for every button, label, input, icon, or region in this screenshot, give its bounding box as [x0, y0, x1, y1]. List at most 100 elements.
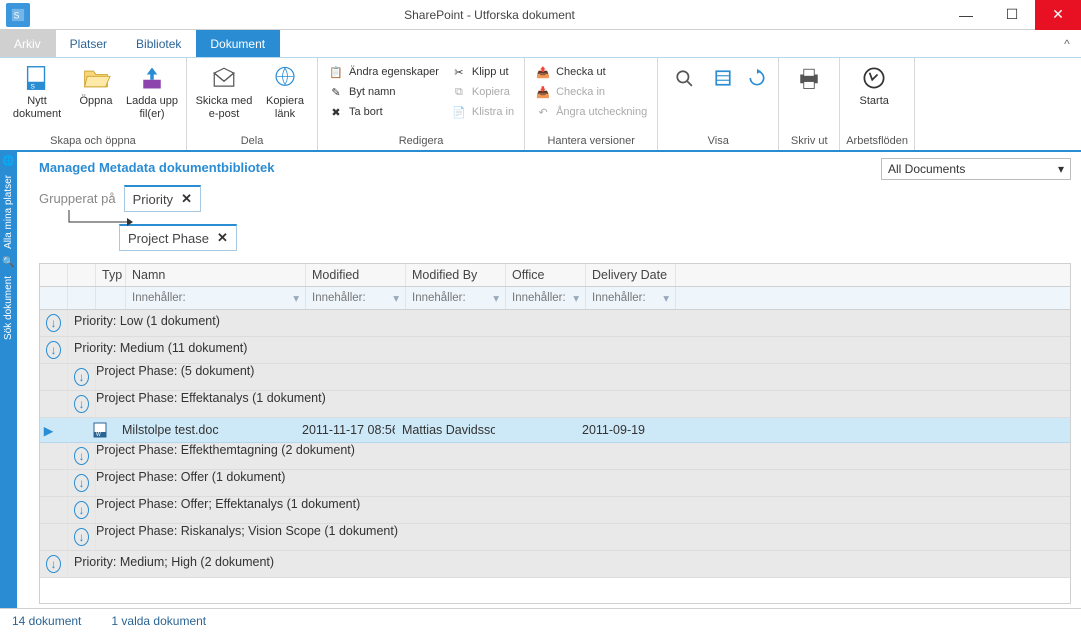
chip-phase-label: Project Phase — [128, 231, 209, 246]
group-label-arbetsfloden: Arbetsflöden — [846, 133, 908, 150]
visa-preview-button[interactable] — [664, 61, 704, 95]
group-label-dela: Dela — [193, 133, 311, 150]
globe-icon: 🌐 — [2, 156, 14, 167]
filter-icon[interactable]: ▾ — [293, 291, 299, 305]
col-expand — [40, 264, 68, 286]
filter-icon[interactable]: ▾ — [573, 291, 579, 305]
dropdown-icon: ▾ — [1058, 162, 1064, 176]
chip-priority-remove-icon[interactable]: ✕ — [181, 191, 192, 207]
grid-body: ↓ Priority: Low (1 dokument) ↓ Priority:… — [40, 310, 1070, 603]
group-row-phase-riskanalys[interactable]: ↓ Project Phase: Riskanalys; Vision Scop… — [40, 524, 1070, 551]
filter-icon[interactable]: ▾ — [493, 291, 499, 305]
filter-namn[interactable]: Innehåller:▾ — [126, 287, 306, 309]
skicka-epost-button[interactable]: Skicka med e-post — [193, 61, 255, 123]
grupperat-pa-label: Grupperat på — [39, 191, 116, 206]
grid-filter-row: Innehåller:▾ Innehåller:▾ Innehåller:▾ I… — [40, 287, 1070, 310]
document-row-selected[interactable]: ▶ W Milstolpe test.doc 2011-11-17 08:56 … — [40, 418, 1070, 443]
filter-office[interactable]: Innehåller:▾ — [506, 287, 586, 309]
angra-utcheckning-button[interactable]: ↶Ångra utcheckning — [531, 103, 651, 121]
group-row-phase-offer-effektanalys[interactable]: ↓ Project Phase: Offer; Effektanalys (1 … — [40, 497, 1070, 524]
oppna-button[interactable]: Öppna — [72, 61, 120, 110]
filter-delivery[interactable]: Innehåller:▾ — [586, 287, 676, 309]
filter-icon[interactable]: ▾ — [663, 291, 669, 305]
col-office[interactable]: Office — [506, 264, 586, 286]
svg-text:W: W — [96, 432, 101, 438]
close-button[interactable]: ✕ — [1035, 0, 1081, 30]
expand-icon[interactable]: ↓ — [74, 501, 89, 519]
col-typ[interactable]: Typ — [96, 264, 126, 286]
group-chip-priority[interactable]: Priority ✕ — [124, 185, 201, 212]
andra-egenskaper-button[interactable]: 📋Ändra egenskaper — [324, 63, 443, 81]
expand-icon[interactable]: ↓ — [74, 528, 89, 546]
maximize-button[interactable]: ☐ — [989, 0, 1035, 30]
group-chip-row-2: Project Phase ✕ — [119, 224, 1071, 251]
chip-phase-remove-icon[interactable]: ✕ — [217, 230, 228, 246]
filter-modified-by[interactable]: Innehåller:▾ — [406, 287, 506, 309]
copy-icon: ⧉ — [451, 84, 467, 100]
checka-ut-button[interactable]: 📤Checka ut — [531, 63, 651, 81]
checkout-icon: 📤 — [535, 64, 551, 80]
kopiera-lank-label: Kopiera länk — [261, 95, 309, 121]
workflow-icon — [858, 63, 890, 93]
titlebar: S SharePoint - Utforska dokument — ☐ ✕ — [0, 0, 1081, 30]
expand-icon[interactable]: ↓ — [74, 395, 89, 413]
tab-arkiv[interactable]: Arkiv — [0, 30, 56, 57]
sidebar: 🌐 Alla mina platser 🔍 Sök dokument — [0, 152, 17, 608]
printer-icon — [793, 63, 825, 93]
visa-details-button[interactable] — [708, 61, 738, 95]
paste-icon: 📄 — [451, 104, 467, 120]
expand-icon[interactable]: ↓ — [46, 555, 61, 573]
checka-in-button[interactable]: 📥Checka in — [531, 83, 651, 101]
byt-namn-button[interactable]: ✎Byt namn — [324, 83, 443, 101]
filter-icon[interactable]: ▾ — [393, 291, 399, 305]
group-chip-project-phase[interactable]: Project Phase ✕ — [119, 224, 237, 251]
col-delivery[interactable]: Delivery Date — [586, 264, 676, 286]
starta-button[interactable]: Starta — [846, 61, 902, 110]
col-modified[interactable]: Modified — [306, 264, 406, 286]
ta-bort-button[interactable]: ✖Ta bort — [324, 103, 443, 121]
ribbon: S Nytt dokument Öppna Ladda upp fil(er) … — [0, 58, 1081, 152]
group-row-phase-empty[interactable]: ↓ Project Phase: (5 dokument) — [40, 364, 1070, 391]
content: All Documents ▾ Managed Metadata dokumen… — [17, 152, 1081, 608]
visa-refresh-button[interactable] — [742, 61, 772, 95]
tab-bibliotek[interactable]: Bibliotek — [122, 30, 196, 57]
group-row-priority-low[interactable]: ↓ Priority: Low (1 dokument) — [40, 310, 1070, 337]
expand-icon[interactable]: ↓ — [74, 368, 89, 386]
col-namn[interactable]: Namn — [126, 264, 306, 286]
expand-icon[interactable]: ↓ — [46, 314, 61, 332]
klistra-in-button[interactable]: 📄Klistra in — [447, 103, 518, 121]
ribbon-group-arbetsfloden: Starta Arbetsflöden — [840, 58, 915, 150]
refresh-icon — [741, 63, 773, 93]
view-selector[interactable]: All Documents ▾ — [881, 158, 1071, 180]
group-row-priority-medium[interactable]: ↓ Priority: Medium (11 dokument) — [40, 337, 1070, 364]
group-row-priority-medium-high[interactable]: ↓ Priority: Medium; High (2 dokument) — [40, 551, 1070, 578]
expand-icon[interactable]: ↓ — [46, 341, 61, 359]
col-indent — [68, 264, 96, 286]
tab-platser[interactable]: Platser — [56, 30, 122, 57]
svg-text:S: S — [14, 10, 20, 20]
group-row-phase-effekthemtagning[interactable]: ↓ Project Phase: Effekthemtagning (2 dok… — [40, 443, 1070, 470]
kopiera-lank-button[interactable]: Kopiera länk — [259, 61, 311, 123]
ladda-upp-button[interactable]: Ladda upp fil(er) — [124, 61, 180, 123]
sidebar-item-sok[interactable]: Sök dokument — [3, 272, 14, 344]
expand-icon[interactable]: ↓ — [74, 447, 89, 465]
collapse-ribbon-icon[interactable]: ^ — [1053, 30, 1081, 57]
tab-dokument[interactable]: Dokument — [196, 30, 280, 57]
minimize-button[interactable]: — — [943, 0, 989, 30]
group-row-phase-effektanalys[interactable]: ↓ Project Phase: Effektanalys (1 dokumen… — [40, 391, 1070, 418]
filter-modified[interactable]: Innehåller:▾ — [306, 287, 406, 309]
col-modified-by[interactable]: Modified By — [406, 264, 506, 286]
group-row-phase-offer[interactable]: ↓ Project Phase: Offer (1 dokument) — [40, 470, 1070, 497]
undo-checkout-icon: ↶ — [535, 104, 551, 120]
expand-icon[interactable]: ↓ — [74, 474, 89, 492]
nytt-dokument-button[interactable]: S Nytt dokument — [6, 61, 68, 123]
details-icon — [707, 63, 739, 93]
delete-icon: ✖ — [328, 104, 344, 120]
kopiera-button[interactable]: ⧉Kopiera — [447, 83, 518, 101]
grid-header: Typ Namn Modified Modified By Office Del… — [40, 264, 1070, 287]
checkin-icon: 📥 — [535, 84, 551, 100]
klipp-ut-button[interactable]: ✂Klipp ut — [447, 63, 518, 81]
sidebar-item-platser[interactable]: Alla mina platser — [3, 171, 14, 253]
print-button[interactable] — [785, 61, 833, 95]
search-icon: 🔍 — [2, 257, 14, 268]
